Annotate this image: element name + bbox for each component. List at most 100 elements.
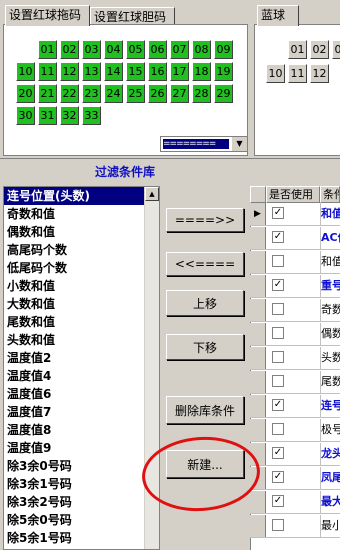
red-ball-20[interactable]: 20	[16, 84, 35, 103]
red-ball-30[interactable]: 30	[16, 106, 35, 125]
remove-condition-button[interactable]: <<====	[166, 252, 244, 276]
red-ball-28[interactable]: 28	[192, 84, 211, 103]
library-item[interactable]: 高尾码个数	[4, 241, 159, 259]
library-item[interactable]: 偶数和值	[4, 223, 159, 241]
row-header[interactable]	[250, 419, 266, 441]
red-ball-10[interactable]: 10	[16, 62, 35, 81]
library-item[interactable]: 除3余2号码	[4, 493, 159, 511]
use-checkbox[interactable]: ✓	[272, 231, 284, 243]
library-item[interactable]: 大数和值	[4, 295, 159, 313]
table-row[interactable]: ✓ 连号	[250, 395, 340, 418]
table-row[interactable]: 偶数	[250, 323, 340, 346]
use-checkbox[interactable]	[272, 423, 284, 435]
row-header[interactable]	[250, 491, 266, 513]
use-checkbox[interactable]: ✓	[272, 495, 284, 507]
col-header-use[interactable]: 是否使用	[266, 186, 320, 203]
condition-cell[interactable]: 最大	[320, 491, 340, 513]
blue-ball-02[interactable]: 02	[310, 40, 329, 59]
library-item[interactable]: 温度值9	[4, 439, 159, 457]
table-row[interactable]: ✓ 凤尾	[250, 467, 340, 490]
red-ball-04[interactable]: 04	[104, 40, 123, 59]
library-item[interactable]: 温度值7	[4, 403, 159, 421]
table-row[interactable]: 和值	[250, 251, 340, 274]
use-checkbox[interactable]: ✓	[272, 279, 284, 291]
library-item[interactable]: 除5余1号码	[4, 529, 159, 547]
tab-red-gall[interactable]: 设置红球胆码	[90, 7, 175, 25]
condition-cell[interactable]: AC值	[320, 227, 340, 249]
red-ball-14[interactable]: 14	[104, 62, 123, 81]
blue-ball-11[interactable]: 11	[288, 64, 307, 83]
table-row[interactable]: ✓ 最大	[250, 491, 340, 514]
use-checkbox[interactable]	[272, 351, 284, 363]
library-item[interactable]: 奇数和值	[4, 205, 159, 223]
red-ball-26[interactable]: 26	[148, 84, 167, 103]
red-ball-17[interactable]: 17	[170, 62, 189, 81]
red-ball-11[interactable]: 11	[38, 62, 57, 81]
row-header[interactable]	[250, 515, 266, 537]
blue-ball-01[interactable]: 01	[288, 40, 307, 59]
table-row[interactable]: 头数	[250, 347, 340, 370]
library-item[interactable]: 温度值4	[4, 367, 159, 385]
red-ball-29[interactable]: 29	[214, 84, 233, 103]
condition-cell[interactable]: 龙头	[320, 443, 340, 465]
use-checkbox[interactable]: ✓	[272, 207, 284, 219]
red-ball-25[interactable]: 25	[126, 84, 145, 103]
red-ball-08[interactable]: 08	[192, 40, 211, 59]
row-header[interactable]	[250, 347, 266, 369]
red-ball-18[interactable]: 18	[192, 62, 211, 81]
library-item[interactable]: 尾数和值	[4, 313, 159, 331]
blue-ball-03[interactable]: 03	[332, 40, 340, 59]
tab-blue[interactable]: 蓝球	[257, 5, 299, 26]
condition-cell[interactable]: 重号	[320, 275, 340, 297]
condition-cell[interactable]: 和值	[320, 203, 340, 225]
red-ball-23[interactable]: 23	[82, 84, 101, 103]
chevron-down-icon[interactable]: ▼	[231, 137, 247, 151]
condition-cell[interactable]: 连号	[320, 395, 340, 417]
library-item[interactable]: 头数和值	[4, 331, 159, 349]
condition-cell[interactable]: 最小	[320, 515, 340, 537]
table-row[interactable]: 极号	[250, 419, 340, 442]
red-ball-05[interactable]: 05	[126, 40, 145, 59]
library-scrollbar[interactable]: ▲	[144, 187, 159, 549]
library-item[interactable]: 小数和值	[4, 277, 159, 295]
red-ball-13[interactable]: 13	[82, 62, 101, 81]
blue-ball-10[interactable]: 10	[266, 64, 285, 83]
red-ball-09[interactable]: 09	[214, 40, 233, 59]
red-ball-33[interactable]: 33	[82, 106, 101, 125]
table-row[interactable]: 奇数	[250, 299, 340, 322]
table-row[interactable]: ✓ 龙头	[250, 443, 340, 466]
condition-cell[interactable]: 凤尾	[320, 467, 340, 489]
red-ball-15[interactable]: 15	[126, 62, 145, 81]
row-header[interactable]	[250, 323, 266, 345]
library-item[interactable]: 除3余1号码	[4, 475, 159, 493]
red-ball-03[interactable]: 03	[82, 40, 101, 59]
current-row-arrow-icon[interactable]: ▶	[250, 203, 266, 225]
use-checkbox[interactable]	[272, 327, 284, 339]
new-condition-button[interactable]: 新建...	[166, 450, 244, 478]
row-header[interactable]	[250, 251, 266, 273]
library-item[interactable]: 除3余0号码	[4, 457, 159, 475]
library-item[interactable]: 低尾码个数	[4, 259, 159, 277]
tab-red-drag[interactable]: 设置红球拖码	[5, 5, 90, 26]
red-ball-24[interactable]: 24	[104, 84, 123, 103]
table-row[interactable]: ✓ 重号	[250, 275, 340, 298]
red-ball-01[interactable]: 01	[38, 40, 57, 59]
red-ball-06[interactable]: 06	[148, 40, 167, 59]
red-ball-27[interactable]: 27	[170, 84, 189, 103]
col-header-condition[interactable]: 条件	[320, 186, 340, 203]
red-ball-22[interactable]: 22	[60, 84, 79, 103]
library-item[interactable]: 除5余0号码	[4, 511, 159, 529]
row-header[interactable]	[250, 299, 266, 321]
library-item[interactable]: 温度值6	[4, 385, 159, 403]
add-condition-button[interactable]: ====>>	[166, 208, 244, 232]
condition-cell[interactable]: 奇数	[320, 299, 340, 321]
condition-cell[interactable]: 偶数	[320, 323, 340, 345]
table-row[interactable]: 最小	[250, 515, 340, 538]
use-checkbox[interactable]: ✓	[272, 447, 284, 459]
row-header[interactable]	[250, 227, 266, 249]
move-down-button[interactable]: 下移	[166, 334, 244, 360]
red-ball-16[interactable]: 16	[148, 62, 167, 81]
row-header[interactable]	[250, 371, 266, 393]
row-header[interactable]	[250, 467, 266, 489]
library-item[interactable]: 温度值2	[4, 349, 159, 367]
